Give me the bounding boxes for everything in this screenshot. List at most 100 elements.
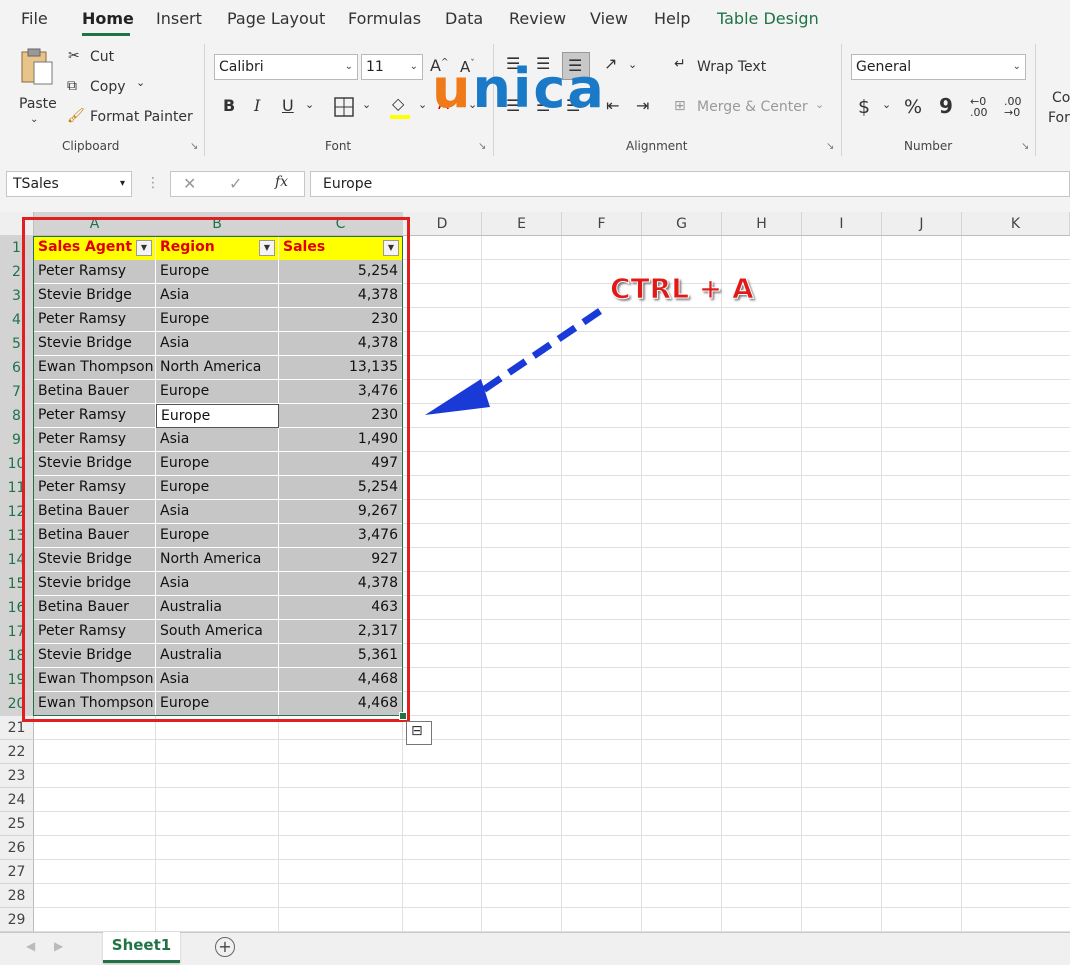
decrease-indent-icon[interactable]: ⇤ [606,96,619,115]
orientation-icon[interactable]: ↗ [604,54,617,73]
merge-center-button[interactable]: Merge & Center [697,99,808,115]
orientation-dropdown-icon[interactable]: ⌄ [628,58,637,71]
row-header-23[interactable]: 23 [0,764,34,788]
tab-view[interactable]: View [590,9,628,28]
tab-home[interactable]: Home [82,9,134,28]
gridline [641,236,642,932]
gridline [721,236,722,932]
column-header-g[interactable]: G [642,212,722,236]
copy-button[interactable]: Copy [90,79,126,95]
tab-review[interactable]: Review [509,9,566,28]
currency-button[interactable]: $ [858,96,870,118]
confirm-icon[interactable]: ✓ [229,174,242,193]
conditional-format-label-2[interactable]: For [1048,110,1070,126]
column-header-k[interactable]: K [962,212,1070,236]
merge-dropdown-icon[interactable]: ⌄ [815,98,824,111]
row-header-28[interactable]: 28 [0,884,34,908]
row-header-26[interactable]: 26 [0,836,34,860]
clipboard-group-label: Clipboard [62,139,120,153]
borders-dropdown-icon[interactable]: ⌄ [362,98,371,111]
tab-page-layout[interactable]: Page Layout [227,9,325,28]
format-painter-icon: 🖌 [67,108,85,124]
chevron-down-icon: ⌄ [1012,61,1021,72]
conditional-format-label-1[interactable]: Co [1052,90,1070,106]
gridline [801,236,802,932]
tab-formulas[interactable]: Formulas [348,9,421,28]
gridline [34,739,1070,740]
format-painter-button[interactable]: Format Painter [90,109,193,125]
underline-dropdown-icon[interactable]: ⌄ [305,98,314,111]
fill-dropdown-icon[interactable]: ⌄ [418,98,427,111]
number-format-select[interactable]: General ⌄ [851,54,1026,80]
column-header-d[interactable]: D [403,212,482,236]
sheet-tab-sheet1[interactable]: Sheet1 [103,932,180,963]
next-sheet-icon[interactable]: ▶ [54,939,63,953]
alignment-launcher-icon[interactable]: ↘ [826,141,834,152]
tab-file[interactable]: File [21,9,48,28]
sheet-tab-bar: ◀ ▶ Sheet1 + [0,932,1070,965]
copy-icon: ⧉ [67,78,77,94]
quick-analysis-icon: ⊟ [411,723,423,739]
wrap-text-button[interactable]: Wrap Text [697,59,766,75]
gridline [34,811,1070,812]
tab-insert[interactable]: Insert [156,9,202,28]
menu-bar: File Home Insert Page Layout Formulas Da… [0,0,1070,38]
quick-analysis-button[interactable]: ⊟ [406,721,432,745]
fill-handle[interactable] [399,712,407,720]
decrease-decimal-icon[interactable]: .00 →0 [1004,96,1022,118]
tab-data[interactable]: Data [445,9,483,28]
cut-button[interactable]: Cut [90,49,114,65]
number-format-value: General [856,59,912,75]
row-header-29[interactable]: 29 [0,908,34,932]
column-header-f[interactable]: F [562,212,642,236]
fill-color-icon[interactable]: ◇ [392,94,404,113]
logo-rest: nica [472,57,606,120]
font-name-select[interactable]: Calibri ⌄ [214,54,358,80]
tab-table-design[interactable]: Table Design [717,9,819,28]
add-sheet-button[interactable]: + [215,937,235,957]
gridline [34,835,1070,836]
italic-button[interactable]: I [254,96,260,115]
gridline [34,883,1070,884]
borders-icon[interactable] [334,97,354,117]
font-launcher-icon[interactable]: ↘ [478,141,486,152]
insert-function-icon[interactable]: fx [275,174,288,190]
gridline [34,787,1070,788]
copy-dropdown-icon[interactable]: ⌄ [136,76,145,89]
tab-help[interactable]: Help [654,9,690,28]
cut-icon: ✂ [68,48,80,64]
font-size-select[interactable]: 11 ⌄ [361,54,423,80]
drag-handle-icon[interactable]: ⋮ [146,175,160,191]
paste-icon [21,48,53,85]
paste-button[interactable]: Paste ⌄ [14,44,58,125]
bold-button[interactable]: B [223,96,235,115]
row-header-27[interactable]: 27 [0,860,34,884]
column-header-h[interactable]: H [722,212,802,236]
underline-button[interactable]: U [282,96,294,115]
comma-button[interactable]: 9 [939,94,953,118]
percent-button[interactable]: % [904,96,922,118]
row-header-25[interactable]: 25 [0,812,34,836]
prev-sheet-icon[interactable]: ◀ [26,939,35,953]
increase-decimal-icon[interactable]: ←0.00 [970,96,988,118]
row-header-24[interactable]: 24 [0,788,34,812]
row-header-22[interactable]: 22 [0,740,34,764]
column-header-e[interactable]: E [482,212,562,236]
chevron-down-icon: ⌄ [409,61,418,72]
paste-dropdown-icon[interactable]: ⌄ [30,114,38,125]
cancel-icon[interactable]: ✕ [183,174,196,193]
column-header-i[interactable]: I [802,212,882,236]
gridline [961,236,962,932]
column-header-j[interactable]: J [882,212,962,236]
plus-icon: + [218,937,232,956]
wrap-text-icon: ↵ [674,56,686,72]
clipboard-launcher-icon[interactable]: ↘ [190,141,198,152]
formula-input[interactable]: Europe [310,171,1070,197]
alignment-group-label: Alignment [626,139,688,153]
name-box[interactable]: TSales ▾ [6,171,132,197]
logo-u: u [432,57,473,120]
currency-dropdown-icon[interactable]: ⌄ [882,98,891,111]
increase-indent-icon[interactable]: ⇥ [636,96,649,115]
paste-label: Paste [19,96,57,112]
number-launcher-icon[interactable]: ↘ [1021,141,1029,152]
